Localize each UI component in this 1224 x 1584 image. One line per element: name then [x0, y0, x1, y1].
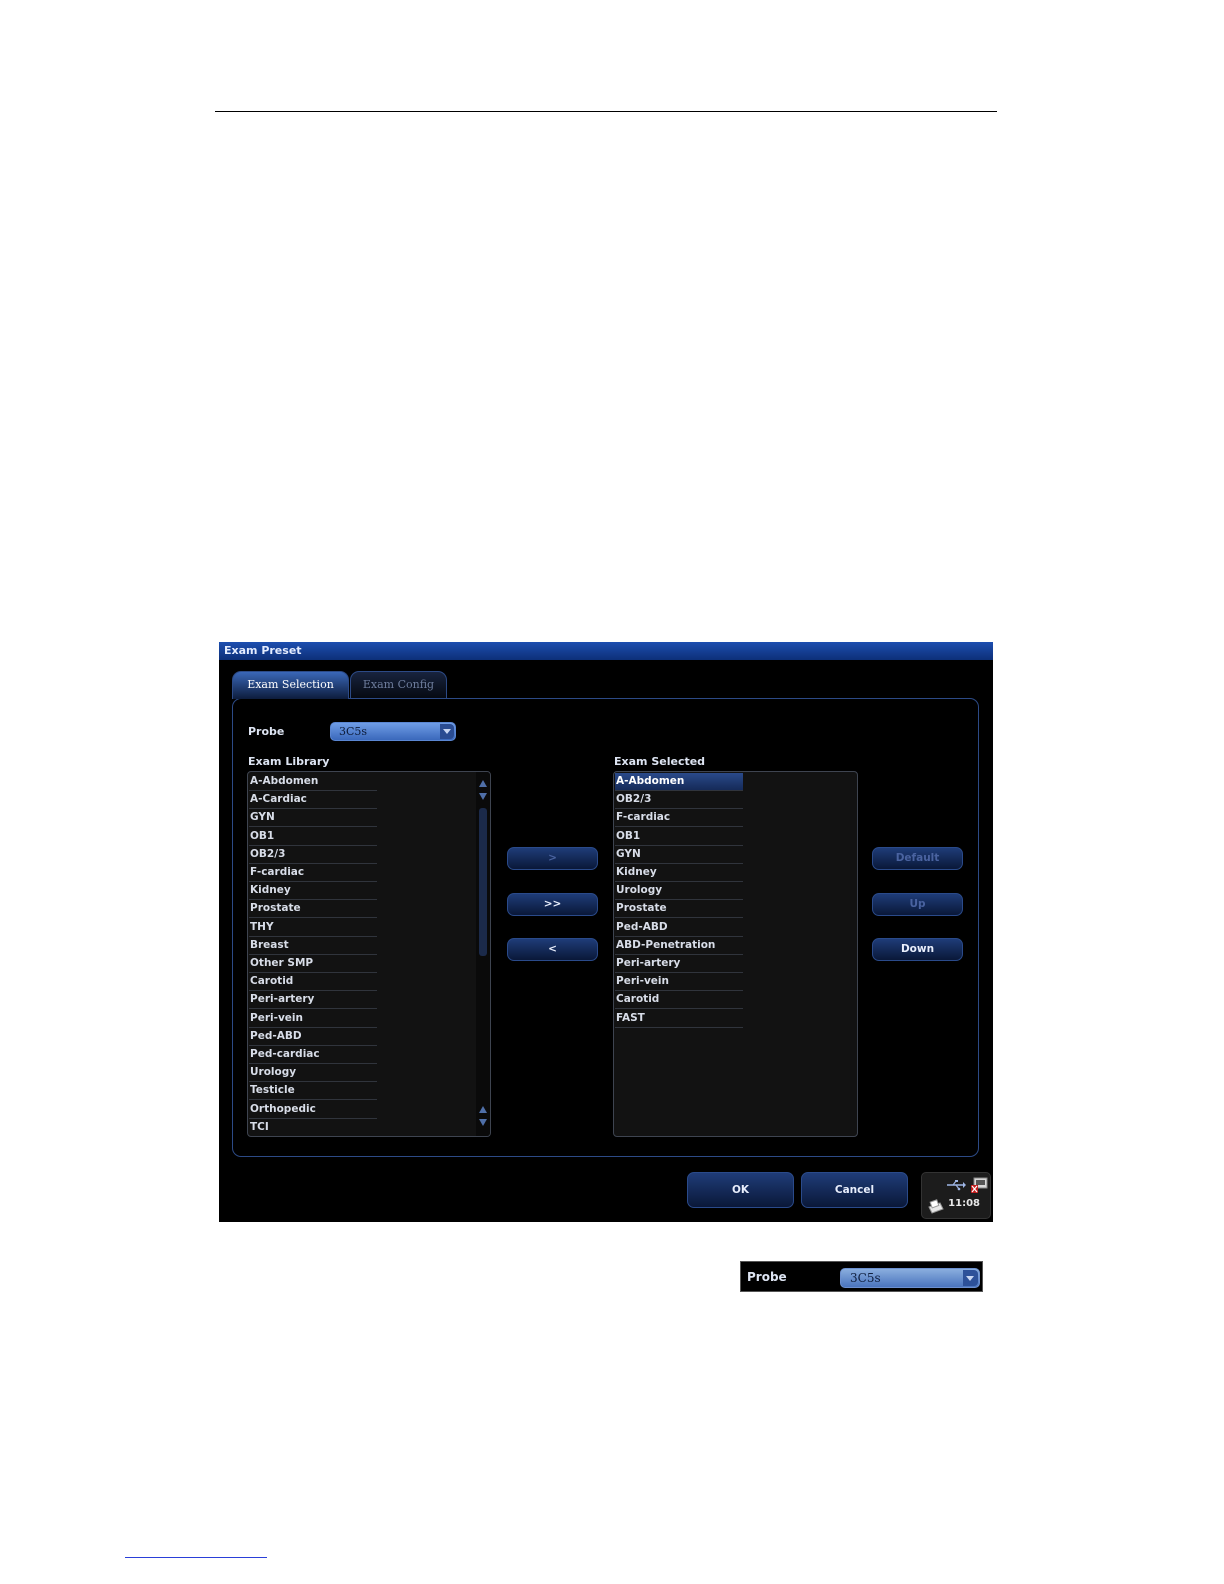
- scroll-thumb[interactable]: [479, 808, 487, 956]
- list-item[interactable]: Ped-ABD: [615, 919, 743, 937]
- list-item[interactable]: THY: [249, 919, 377, 937]
- down-button[interactable]: Down: [872, 938, 963, 961]
- list-item[interactable]: Peri-artery: [615, 955, 743, 973]
- list-item[interactable]: Kidney: [249, 882, 377, 901]
- library-scrollbar[interactable]: [476, 772, 490, 1136]
- scroll-down-icon[interactable]: [478, 792, 488, 802]
- inset-probe-value: 3C5s: [850, 1271, 881, 1285]
- title-bar: Exam Preset: [219, 642, 993, 660]
- clock-time: 11:08: [948, 1198, 980, 1209]
- dialog-title: Exam Preset: [224, 644, 302, 657]
- list-item[interactable]: Carotid: [615, 991, 743, 1010]
- chevron-down-icon[interactable]: [440, 724, 454, 739]
- printer-icon: [928, 1199, 944, 1214]
- chevron-down-icon[interactable]: [963, 1270, 978, 1286]
- list-item[interactable]: GYN: [615, 846, 743, 864]
- list-item[interactable]: Prostate: [615, 900, 743, 919]
- list-item[interactable]: Peri-artery: [249, 991, 377, 1010]
- list-item[interactable]: Urology: [249, 1064, 377, 1083]
- add-button[interactable]: >: [507, 847, 598, 870]
- exam-library-list[interactable]: A-Abdomen A-Cardiac GYN OB1 OB2/3 F-cardiac Ki…: [247, 771, 491, 1137]
- list-item[interactable]: Ped-ABD: [249, 1028, 377, 1046]
- cancel-button[interactable]: Cancel: [801, 1172, 908, 1208]
- probe-label: Probe: [248, 725, 285, 738]
- disk-icon: [971, 1177, 988, 1193]
- list-item[interactable]: Carotid: [249, 973, 377, 992]
- default-button[interactable]: Default: [872, 847, 963, 870]
- probe-inset: Probe 3C5s: [740, 1261, 983, 1292]
- exam-selected-list[interactable]: A-Abdomen OB2/3 F-cardiac OB1 GYN Kidney Urolo…: [613, 771, 858, 1137]
- usb-icon: [947, 1180, 966, 1191]
- list-item[interactable]: A-Abdomen: [615, 773, 743, 791]
- scroll-up-icon[interactable]: [478, 778, 488, 788]
- header-rule: [215, 111, 997, 112]
- scroll-up-icon[interactable]: [478, 1104, 488, 1114]
- inset-probe-select[interactable]: 3C5s: [840, 1268, 980, 1288]
- list-item[interactable]: F-cardiac: [249, 864, 377, 882]
- list-item[interactable]: Testicle: [249, 1082, 377, 1101]
- list-item[interactable]: A-Abdomen: [249, 773, 377, 791]
- list-item[interactable]: FAST: [615, 1010, 743, 1028]
- list-item[interactable]: OB1: [249, 828, 377, 846]
- list-item[interactable]: Other SMP: [249, 955, 377, 973]
- footer-link-underline: [125, 1557, 267, 1558]
- list-item[interactable]: Peri-vein: [615, 973, 743, 992]
- list-item[interactable]: Breast: [249, 937, 377, 955]
- add-all-button[interactable]: >>: [507, 893, 598, 916]
- list-item[interactable]: F-cardiac: [615, 809, 743, 828]
- list-item[interactable]: A-Cardiac: [249, 791, 377, 810]
- list-item[interactable]: ABD-Penetration: [615, 937, 743, 955]
- exam-preset-dialog: Exam Preset Exam Config Exam Selection P…: [219, 642, 993, 1222]
- inset-probe-label: Probe: [747, 1270, 787, 1284]
- probe-select[interactable]: 3C5s: [330, 722, 456, 741]
- list-item[interactable]: OB1: [615, 828, 743, 846]
- status-tray: 11:08: [921, 1172, 991, 1219]
- list-item[interactable]: Urology: [615, 882, 743, 901]
- list-item[interactable]: Peri-vein: [249, 1010, 377, 1028]
- list-item[interactable]: Kidney: [615, 864, 743, 882]
- exam-library-heading: Exam Library: [248, 755, 330, 768]
- list-item[interactable]: GYN: [249, 809, 377, 828]
- list-item[interactable]: Ped-cardiac: [249, 1046, 377, 1064]
- list-item[interactable]: TCI: [249, 1119, 377, 1136]
- list-item[interactable]: Orthopedic: [249, 1101, 377, 1119]
- probe-value: 3C5s: [339, 725, 368, 738]
- tab-exam-selection[interactable]: Exam Selection: [232, 671, 349, 699]
- list-item[interactable]: OB2/3: [615, 791, 743, 810]
- list-item[interactable]: OB2/3: [249, 846, 377, 864]
- remove-button[interactable]: <: [507, 938, 598, 961]
- list-item[interactable]: Prostate: [249, 900, 377, 919]
- exam-selected-heading: Exam Selected: [614, 755, 706, 768]
- scroll-down-icon[interactable]: [478, 1118, 488, 1128]
- up-button[interactable]: Up: [872, 893, 963, 916]
- tab-exam-config[interactable]: Exam Config: [350, 671, 447, 699]
- ok-button[interactable]: OK: [687, 1172, 794, 1208]
